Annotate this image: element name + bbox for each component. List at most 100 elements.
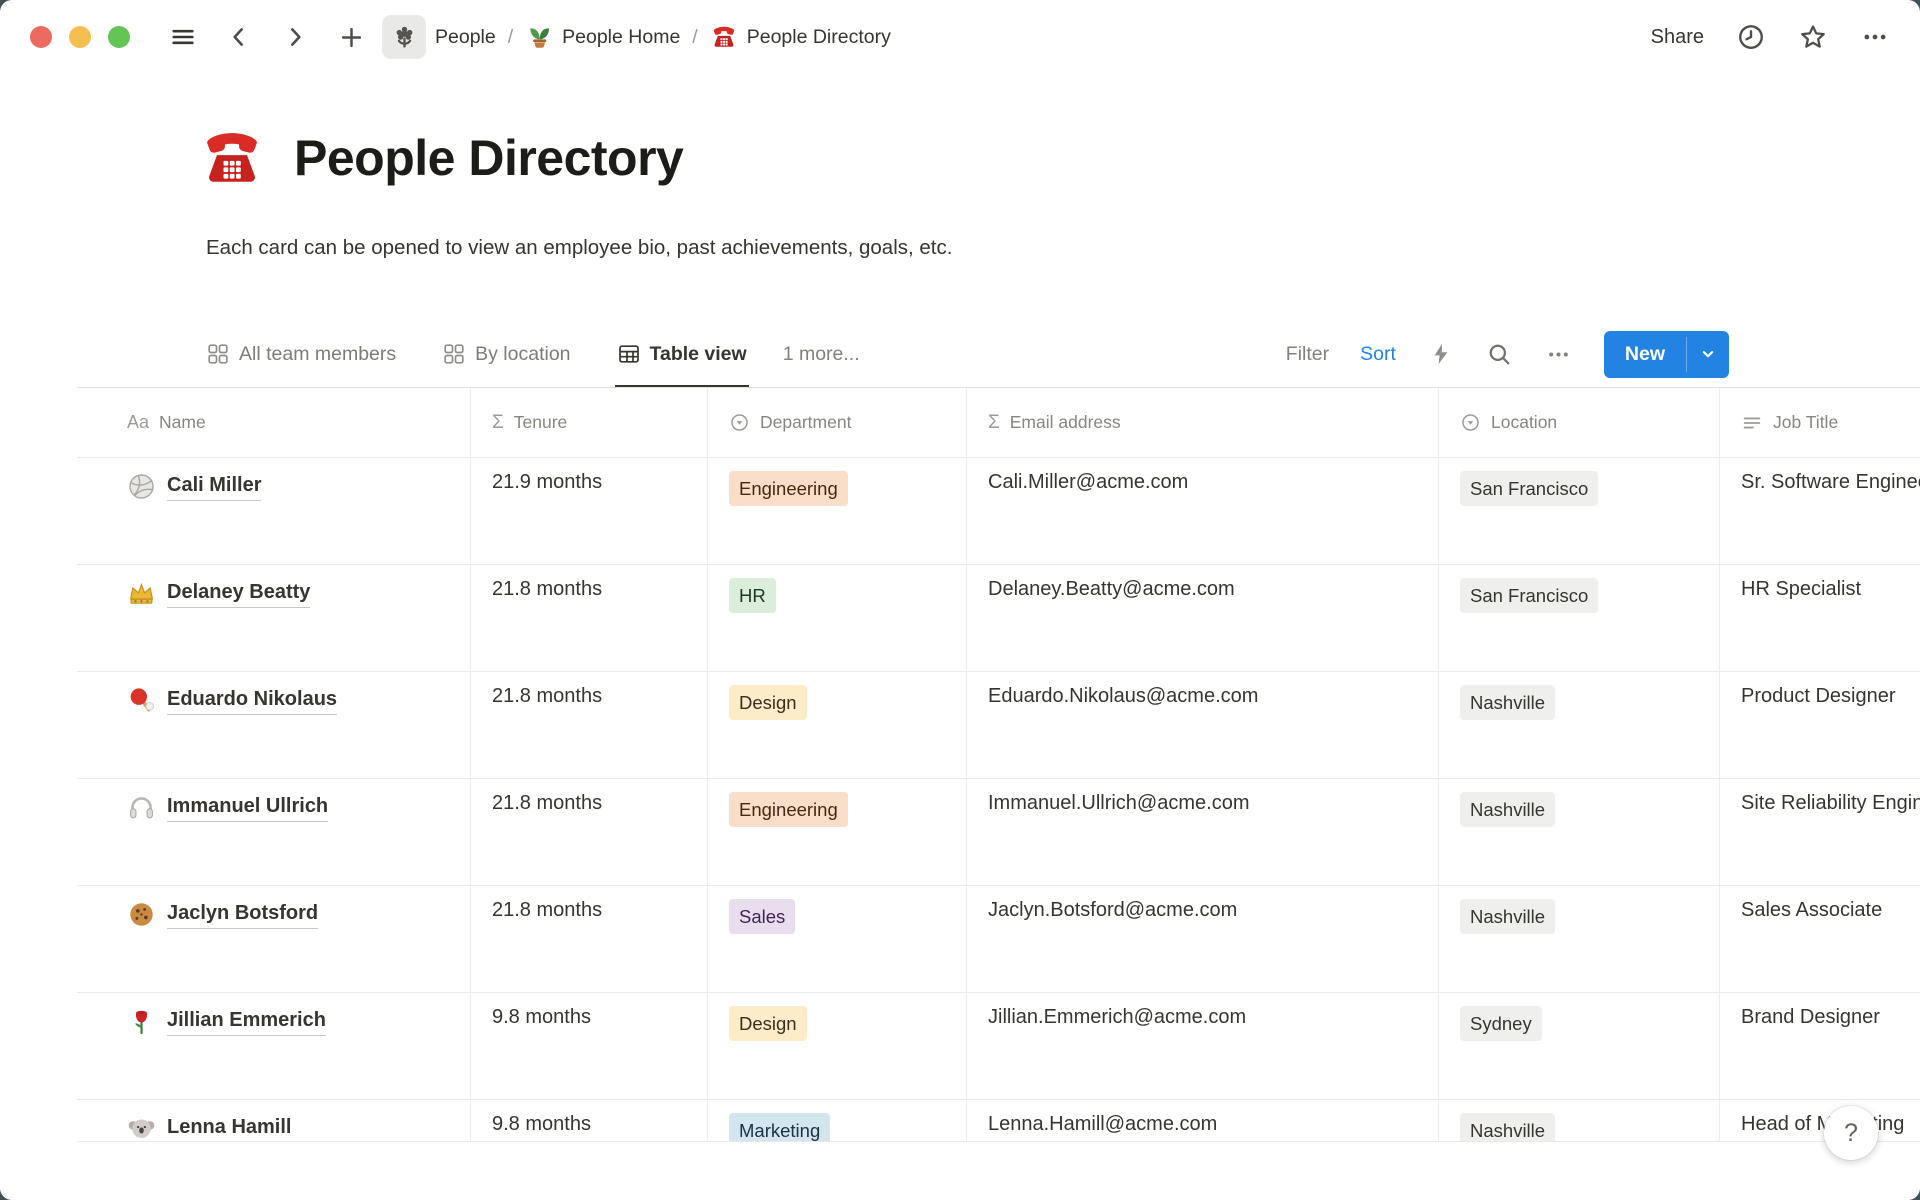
forward-icon[interactable]: [280, 22, 310, 52]
search-icon[interactable]: [1486, 340, 1514, 368]
tenure-cell[interactable]: 21.9 months: [471, 458, 708, 564]
location-cell[interactable]: San Francisco: [1439, 458, 1720, 564]
column-header-job-title[interactable]: Job Title: [1720, 388, 1920, 457]
person-name-link[interactable]: Immanuel Ullrich: [167, 792, 328, 822]
email-cell[interactable]: Immanuel.Ullrich@acme.com: [967, 779, 1439, 885]
more-options-icon[interactable]: [1860, 22, 1890, 52]
location-cell[interactable]: Sydney: [1439, 993, 1720, 1099]
filter-button[interactable]: Filter: [1286, 343, 1329, 366]
person-name-link[interactable]: Jaclyn Botsford: [167, 899, 318, 929]
view-tab-all-team-members[interactable]: All team members: [204, 320, 398, 388]
department-cell[interactable]: Engineering: [708, 458, 967, 564]
automations-lightning-icon[interactable]: [1427, 340, 1455, 368]
tenure-cell[interactable]: 9.8 months: [471, 993, 708, 1099]
minimize-window-button[interactable]: [69, 26, 91, 48]
location-badge: San Francisco: [1460, 471, 1598, 506]
help-button[interactable]: ?: [1824, 1106, 1878, 1160]
close-window-button[interactable]: [30, 26, 52, 48]
name-cell[interactable]: Cali Miller: [77, 458, 471, 564]
email-cell[interactable]: Jillian.Emmerich@acme.com: [967, 993, 1439, 1099]
share-button[interactable]: Share: [1651, 26, 1704, 49]
name-cell[interactable]: Jaclyn Botsford: [77, 886, 471, 992]
table-row: Immanuel Ullrich 21.8 monthsEngineeringIm…: [77, 779, 1920, 886]
department-cell[interactable]: Sales: [708, 886, 967, 992]
new-button[interactable]: New: [1604, 331, 1686, 378]
name-cell[interactable]: Jillian Emmerich: [77, 993, 471, 1099]
job-title-cell[interactable]: Site Reliability Engineer: [1720, 779, 1920, 885]
tenure-cell[interactable]: 21.8 months: [471, 886, 708, 992]
table-row: Jillian Emmerich 9.8 monthsDesignJillian.…: [77, 993, 1920, 1100]
new-tab-plus-icon[interactable]: [336, 22, 366, 52]
person-name-link[interactable]: Eduardo Nikolaus: [167, 685, 337, 715]
page-description[interactable]: Each card can be opened to view an emplo…: [206, 236, 952, 260]
breadcrumb-item[interactable]: People: [382, 15, 496, 59]
zoom-window-button[interactable]: [108, 26, 130, 48]
job-title-cell[interactable]: Sales Associate: [1720, 886, 1920, 992]
traffic-lights: [30, 26, 130, 48]
select-icon: [1460, 412, 1481, 433]
tenure-cell[interactable]: 9.8 months: [471, 1100, 708, 1142]
breadcrumb-item[interactable]: People Directory: [710, 23, 891, 51]
red-telephone-emoji[interactable]: [198, 124, 266, 192]
name-cell[interactable]: Lenna Hamill: [77, 1100, 471, 1142]
job-title-cell[interactable]: Sr. Software Engineer: [1720, 458, 1920, 564]
page-title[interactable]: People Directory: [294, 129, 683, 187]
person-name-link[interactable]: Cali Miller: [167, 471, 261, 501]
window-titlebar: People/People Home/People Directory Shar…: [0, 0, 1920, 74]
people-table: AaNameΣTenureDepartmentΣEmail addressLoc…: [77, 388, 1920, 1142]
sort-button[interactable]: Sort: [1360, 343, 1396, 366]
favorite-star-icon[interactable]: [1798, 22, 1828, 52]
person-name-link[interactable]: Lenna Hamill: [167, 1113, 291, 1142]
column-header-tenure[interactable]: ΣTenure: [471, 388, 708, 457]
location-badge: Nashville: [1460, 899, 1555, 934]
location-cell[interactable]: Nashville: [1439, 779, 1720, 885]
view-tab-by-location[interactable]: By location: [440, 320, 572, 388]
job-title-cell[interactable]: Head of Marketing: [1720, 1100, 1920, 1142]
sidebar-menu-icon[interactable]: [168, 22, 198, 52]
location-badge: Nashville: [1460, 792, 1555, 827]
department-badge: Sales: [729, 899, 795, 934]
view-tab-table-view[interactable]: Table view: [615, 320, 749, 388]
column-header-location[interactable]: Location: [1439, 388, 1720, 457]
column-header-name[interactable]: AaName: [77, 388, 471, 457]
location-cell[interactable]: Nashville: [1439, 672, 1720, 778]
breadcrumb-separator: /: [692, 26, 697, 49]
potted-plant-emoji: [525, 23, 553, 51]
job-title-cell[interactable]: Product Designer: [1720, 672, 1920, 778]
nav-cluster: [168, 22, 366, 52]
back-icon[interactable]: [224, 22, 254, 52]
breadcrumb-item[interactable]: People Home: [525, 23, 680, 51]
email-cell[interactable]: Eduardo.Nikolaus@acme.com: [967, 672, 1439, 778]
department-cell[interactable]: Marketing: [708, 1100, 967, 1142]
location-cell[interactable]: Nashville: [1439, 1100, 1720, 1142]
tenure-cell[interactable]: 21.8 months: [471, 779, 708, 885]
new-dropdown-chevron-icon[interactable]: [1687, 331, 1729, 378]
department-cell[interactable]: Design: [708, 993, 967, 1099]
job-title-cell[interactable]: HR Specialist: [1720, 565, 1920, 671]
more-views-button[interactable]: 1 more...: [783, 343, 860, 366]
job-title-cell[interactable]: Brand Designer: [1720, 993, 1920, 1099]
department-cell[interactable]: HR: [708, 565, 967, 671]
email-cell[interactable]: Jaclyn.Botsford@acme.com: [967, 886, 1439, 992]
department-cell[interactable]: Design: [708, 672, 967, 778]
updates-clock-icon[interactable]: [1736, 22, 1766, 52]
view-options-icon[interactable]: [1545, 340, 1573, 368]
location-cell[interactable]: San Francisco: [1439, 565, 1720, 671]
name-cell[interactable]: Eduardo Nikolaus: [77, 672, 471, 778]
person-name-link[interactable]: Delaney Beatty: [167, 578, 310, 608]
email-cell[interactable]: Cali.Miller@acme.com: [967, 458, 1439, 564]
name-cell[interactable]: Immanuel Ullrich: [77, 779, 471, 885]
column-header-email-address[interactable]: ΣEmail address: [967, 388, 1439, 457]
table-row: Jaclyn Botsford 21.8 months Sales Jaclyn.Bo…: [77, 886, 1920, 993]
name-cell[interactable]: Delaney Beatty: [77, 565, 471, 671]
email-cell[interactable]: Lenna.Hamill@acme.com: [967, 1100, 1439, 1142]
tenure-cell[interactable]: 21.8 months: [471, 565, 708, 671]
person-name-link[interactable]: Jillian Emmerich: [167, 1006, 326, 1036]
email-cell[interactable]: Delaney.Beatty@acme.com: [967, 565, 1439, 671]
column-header-department[interactable]: Department: [708, 388, 967, 457]
tenure-cell[interactable]: 21.8 months: [471, 672, 708, 778]
table-row: Cali Miller 21.9 monthsEngineeringCali.Mi…: [77, 458, 1920, 565]
location-cell[interactable]: Nashville: [1439, 886, 1720, 992]
department-cell[interactable]: Engineering: [708, 779, 967, 885]
gallery-view-icon: [442, 342, 466, 366]
